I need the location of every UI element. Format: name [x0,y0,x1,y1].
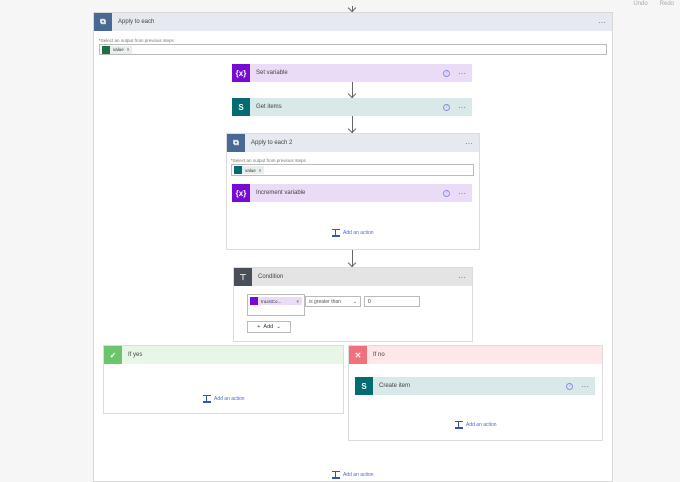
card-title: If no [373,352,385,358]
plus-icon: + [257,324,261,330]
add-action-button[interactable]: Add an action [203,395,245,403]
sharepoint-icon: S [232,98,250,116]
help-icon[interactable]: ? [443,189,450,197]
variable-token[interactable]: InListCo... × [250,297,302,305]
more-options-icon[interactable]: ··· [458,273,466,282]
output-label: *Select an output from previous steps [231,158,306,163]
if-no-header[interactable]: ✕ If no [349,346,602,364]
more-options-icon[interactable]: ··· [458,69,466,78]
action-title: Increment variable [256,190,306,196]
operator-select[interactable]: is greater than ⌄ [305,296,361,307]
action-title: Get items [256,104,282,110]
excel-icon [102,45,110,54]
add-condition-button[interactable]: + Add ⌄ [247,321,291,333]
loop-icon: ⧉ [227,134,245,152]
action-title: Set variable [256,70,288,76]
more-options-icon[interactable]: ··· [458,189,466,198]
add-action-button[interactable]: Add an action [455,421,497,429]
variable-icon [250,297,258,305]
help-icon[interactable]: ? [443,69,450,77]
set-variable-action[interactable]: {x} Set variable ? ··· [232,64,472,82]
more-options-icon[interactable]: ··· [581,382,589,391]
help-icon[interactable]: ? [443,103,450,111]
undo-button[interactable]: Undo [633,1,647,7]
card-title: Apply to each 2 [251,140,293,146]
close-icon: ✕ [349,346,367,364]
connector-arrow [352,82,353,98]
check-icon: ✓ [104,346,122,364]
more-options-icon[interactable]: ··· [598,18,606,27]
add-action-icon [203,395,211,403]
action-title: Create item [379,383,411,389]
more-options-icon[interactable]: ··· [465,139,473,148]
output-input[interactable]: value × [231,164,474,176]
remove-token-icon[interactable]: × [259,168,262,173]
sharepoint-icon: S [355,377,373,395]
output-input[interactable]: value × [99,44,607,55]
add-action-icon [332,471,340,479]
add-action-icon [332,229,340,237]
variable-icon: {x} [232,64,250,82]
more-options-icon[interactable]: ··· [458,103,466,112]
card-title: Apply to each [118,19,155,25]
condition-operand-input[interactable]: InListCo... × [247,294,305,316]
variable-icon: {x} [232,184,250,202]
sharepoint-icon [234,166,242,174]
add-action-button[interactable]: Add an action [332,229,374,237]
value-token[interactable]: value × [234,166,265,174]
add-action-icon [455,421,463,429]
condition-value-input[interactable]: 0 [364,296,420,307]
chevron-down-icon: ⌄ [352,298,357,305]
add-action-button[interactable]: Add an action [332,471,374,479]
increment-variable-action[interactable]: {x} Increment variable ? ··· [232,184,472,202]
connector-arrow [352,250,353,267]
redo-button[interactable]: Redo [660,1,674,7]
condition-header[interactable]: ⊤ Condition ··· [234,268,472,286]
if-yes-card: ✓ If yes [103,345,344,414]
output-label: *Select an output from previous steps [99,38,174,43]
help-icon[interactable]: ? [566,382,573,390]
apply-to-each-header[interactable]: ⧉ Apply to each ··· [94,13,612,31]
loop-icon: ⧉ [94,13,112,31]
if-yes-header[interactable]: ✓ If yes [104,346,343,364]
create-item-action[interactable]: S Create item ? ··· [355,377,595,395]
get-items-action[interactable]: S Get items ? ··· [232,98,472,116]
value-token[interactable]: value × [102,45,133,54]
chevron-down-icon: ⌄ [276,324,281,330]
card-title: Condition [258,274,284,280]
remove-token-icon[interactable]: × [296,299,299,304]
connector-arrow [352,116,353,133]
toolbar: Undo Redo [627,0,680,8]
apply-to-each-2-header[interactable]: ⧉ Apply to each 2 ··· [227,134,479,152]
condition-icon: ⊤ [234,268,252,286]
remove-token-icon[interactable]: × [127,47,130,52]
card-title: If yes [128,352,143,358]
